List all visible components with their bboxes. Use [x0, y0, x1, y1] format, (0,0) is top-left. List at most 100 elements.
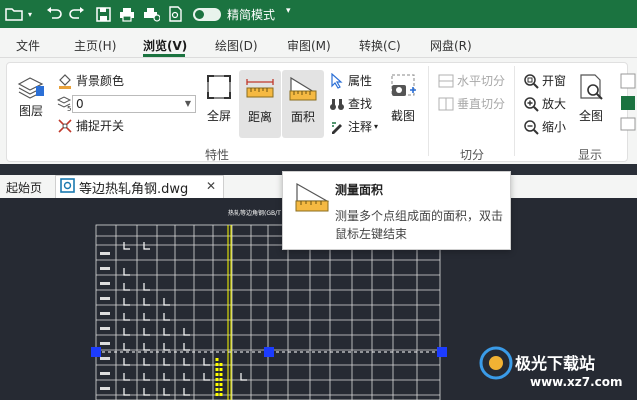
print-icon[interactable]	[117, 4, 137, 24]
camera-icon	[388, 72, 418, 102]
lite-mode-label: 精简模式	[227, 8, 276, 22]
fit-all-label: 全图	[578, 109, 603, 123]
find-label: 查找	[348, 97, 373, 111]
measure-area-button[interactable]: 面积	[282, 70, 324, 138]
tab-view[interactable]: 浏览(V)	[143, 37, 187, 54]
fullscreen-button[interactable]: 全屏	[204, 72, 234, 124]
layer-label: 图层	[18, 104, 43, 118]
horizontal-split-icon	[438, 73, 454, 89]
ruler-distance-icon	[245, 73, 275, 103]
properties-label: 属性	[348, 74, 373, 88]
watermark-text: 极光下载站	[515, 354, 596, 373]
highlight-line	[227, 225, 232, 400]
tab-file[interactable]: 文件	[16, 37, 40, 54]
watermark-url: www.xz7.com	[530, 375, 623, 389]
lite-mode-toggle[interactable]	[193, 8, 221, 21]
undo-icon[interactable]	[44, 4, 64, 24]
zoom-in-icon	[523, 96, 539, 112]
steel-table-grid	[95, 224, 441, 400]
zoom-window-icon	[523, 73, 539, 89]
tooltip: 测量面积 测量多个点组成面的面积，双击鼠标左键结束	[282, 171, 511, 250]
fullscreen-icon	[204, 72, 234, 102]
fit-all-button[interactable]: 全图	[576, 72, 606, 124]
chevron-down-icon: ▼	[184, 99, 191, 108]
background-color-button[interactable]: 背景颜色	[57, 72, 124, 89]
annotate-button[interactable]: 注释 ▾	[329, 118, 378, 135]
tooltip-description: 测量多个点组成面的面积，双击鼠标左键结束	[335, 209, 504, 241]
zoom-out-icon	[523, 119, 539, 135]
batch-print-icon[interactable]	[141, 4, 161, 24]
background-color-label: 背景颜色	[76, 74, 125, 88]
save-icon[interactable]	[93, 4, 113, 24]
tab-cloud[interactable]: 网盘(R)	[430, 37, 472, 54]
grip-right[interactable]	[437, 347, 447, 357]
menu-bar: 文件 主页(H) 浏览(V) 绘图(D) 审图(M) 转换(C) 网盘(R)	[0, 28, 637, 58]
ribbon-overflow-icons	[618, 72, 637, 132]
print-preview-icon[interactable]	[165, 4, 185, 24]
ruler-area-icon	[293, 180, 331, 217]
zoom-window-button[interactable]: 开窗	[523, 72, 566, 89]
horizontal-split-button[interactable]: 水平切分	[438, 72, 505, 89]
active-tab-indicator	[143, 54, 185, 57]
vertical-split-button[interactable]: 垂直切分	[438, 95, 505, 112]
layer-select-value: 0	[76, 97, 84, 111]
tab-draw[interactable]: 绘图(D)	[215, 37, 258, 54]
folder-icon[interactable]	[4, 4, 24, 24]
snap-label: 捕捉开关	[76, 119, 125, 133]
layer-select[interactable]: 0 ▼	[72, 95, 196, 113]
zoom-in-label: 放大	[542, 97, 567, 111]
paint-bucket-icon	[57, 73, 73, 89]
ribbon-separator-2	[514, 66, 515, 156]
tab-document[interactable]: 等边热轧角钢.dwg ✕	[55, 175, 224, 198]
watermark-logo-icon	[478, 345, 514, 384]
zoom-out-label: 缩小	[542, 120, 567, 134]
redo-icon[interactable]	[67, 4, 87, 24]
measure-distance-button[interactable]: 距离	[239, 70, 281, 138]
group-split-label: 切分	[460, 148, 485, 162]
document-tab-label: 等边热轧角钢.dwg	[79, 181, 189, 197]
horizontal-split-label: 水平切分	[457, 74, 506, 88]
ruler-area-icon	[288, 73, 318, 103]
highlight-text	[215, 358, 223, 398]
title-bar: ▾ 精简模式 ▾	[0, 0, 637, 28]
snap-icon	[57, 118, 73, 134]
grip-left[interactable]	[91, 347, 101, 357]
layers-icon	[16, 72, 46, 102]
group-display-label: 显示	[578, 148, 603, 162]
ribbon-separator	[428, 66, 429, 156]
screenshot-label: 截图	[390, 109, 415, 123]
grip-middle[interactable]	[264, 347, 274, 357]
fullscreen-label: 全屏	[206, 109, 231, 123]
layer-properties-icon: 5	[57, 95, 73, 111]
svg-text:5: 5	[67, 105, 71, 111]
zoom-in-button[interactable]: 放大	[523, 95, 566, 112]
screenshot-button[interactable]: 截图	[388, 72, 418, 124]
zoom-window-label: 开窗	[542, 74, 567, 88]
vertical-split-icon	[438, 96, 454, 112]
annotate-icon	[329, 119, 345, 135]
group-features-label: 特性	[205, 148, 230, 162]
properties-button[interactable]: 属性	[329, 72, 372, 89]
find-button[interactable]: 查找	[329, 95, 372, 112]
tab-home[interactable]: 主页(H)	[74, 37, 116, 54]
row-labels	[100, 252, 110, 390]
zoom-out-button[interactable]: 缩小	[523, 118, 566, 135]
lite-mode-dropdown-icon[interactable]: ▾	[286, 6, 291, 16]
binoculars-icon	[329, 96, 345, 112]
measure-distance-label: 距离	[247, 110, 272, 124]
folder-dropdown-icon[interactable]: ▾	[24, 4, 36, 24]
close-icon[interactable]: ✕	[206, 179, 216, 193]
tab-convert[interactable]: 转换(C)	[359, 37, 401, 54]
annotate-dropdown-icon: ▾	[374, 122, 379, 131]
tab-start-page[interactable]: 起始页	[6, 179, 42, 196]
measure-area-label: 面积	[290, 110, 315, 124]
annotate-label: 注释	[348, 120, 373, 134]
layer-button[interactable]: 图层	[16, 72, 46, 119]
tab-review[interactable]: 审图(M)	[287, 37, 331, 54]
cursor-arrow-icon	[329, 72, 345, 89]
angle-symbols	[123, 242, 247, 396]
snap-toggle-button[interactable]: 捕捉开关	[57, 117, 124, 134]
dwg-file-icon	[60, 178, 75, 196]
tooltip-title: 测量面积	[335, 183, 384, 197]
fit-all-icon	[576, 72, 606, 102]
